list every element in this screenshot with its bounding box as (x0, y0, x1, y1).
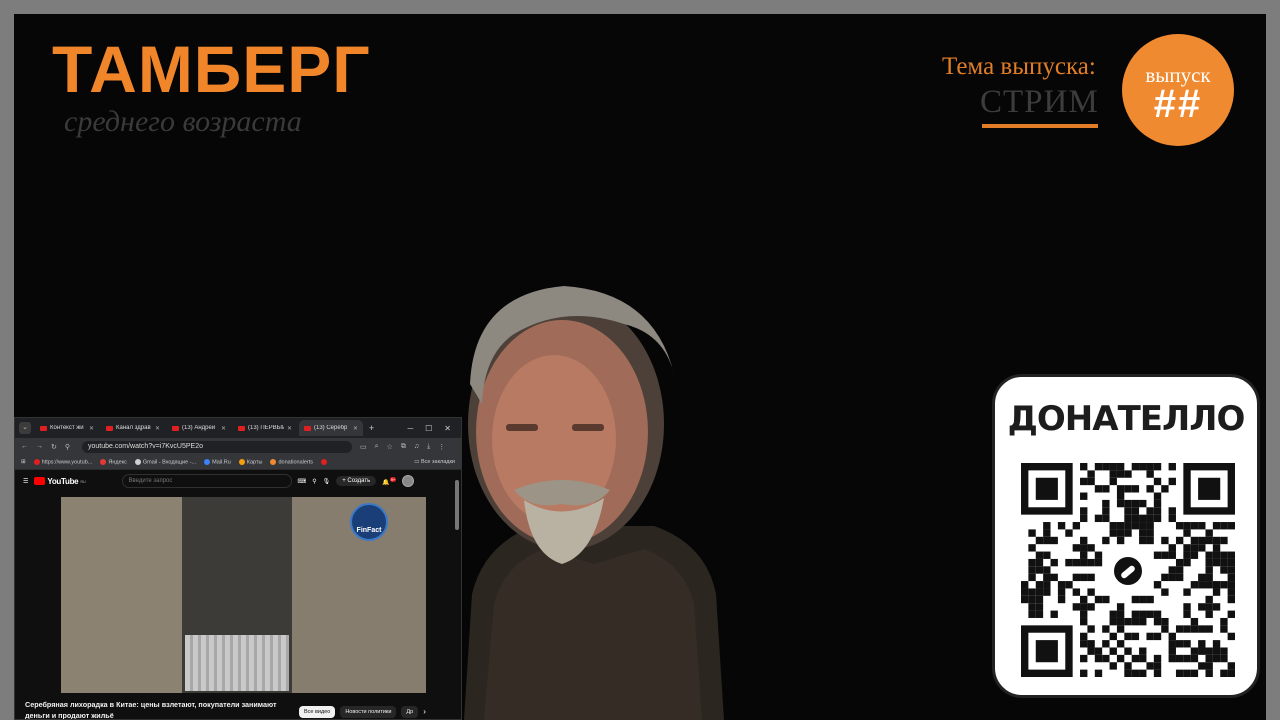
donationalerts-favicon-icon (270, 458, 277, 465)
hamburger-menu-icon[interactable]: ☰ (23, 478, 28, 485)
notifications-icon[interactable]: 🔔9+ (382, 476, 397, 486)
youtube-favicon-icon[interactable] (321, 459, 328, 465)
window-controls: ─ ☐ ✕ (407, 424, 461, 433)
gmail-favicon-icon (134, 458, 141, 465)
bookmark-gmail[interactable]: Gmail - Входящие -... (134, 458, 196, 465)
back-icon[interactable]: ← (21, 443, 28, 450)
youtube-favicon-icon (40, 425, 47, 431)
topic-value: СТРИМ (980, 84, 1099, 120)
avatar[interactable] (402, 475, 415, 487)
reload-icon[interactable]: ↻ (51, 443, 57, 451)
new-tab-icon[interactable]: + (369, 423, 374, 433)
maximize-icon[interactable]: ☐ (425, 424, 432, 433)
yandex-favicon-icon (100, 458, 107, 465)
bookmark-yandex[interactable]: Яндекс (100, 458, 127, 465)
minimize-icon[interactable]: ─ (407, 424, 413, 433)
episode-badge: выпуск ## (1122, 34, 1234, 146)
microphone-icon[interactable]: 🎙 (323, 478, 331, 485)
search-icon[interactable]: ⚲ (312, 478, 316, 485)
episode-number: ## (1153, 82, 1203, 126)
close-tab-icon[interactable]: ✕ (287, 425, 292, 432)
chevron-right-icon[interactable]: › (423, 706, 426, 718)
donation-logo-icon (1110, 553, 1146, 589)
youtube-favicon-icon (304, 425, 311, 431)
close-tab-icon[interactable]: ✕ (89, 425, 94, 432)
folder-icon: ▭ (414, 459, 421, 465)
scrollbar[interactable] (455, 480, 459, 530)
tab-1[interactable]: Контекст жи ✕ (35, 420, 99, 436)
tab-4[interactable]: (13) ПЕРВЫЙ ✕ (233, 420, 297, 436)
keyboard-icon[interactable]: ⌨ (298, 478, 307, 485)
youtube-favicon-icon (33, 458, 40, 465)
donation-title: ДОНАТЕЛЛО (1007, 399, 1246, 439)
tab-2[interactable]: Канал здрав ✕ (101, 420, 165, 436)
menu-icon[interactable]: ⋮ (438, 443, 445, 451)
zoom-icon[interactable]: ⌕ (375, 443, 379, 451)
apps-icon[interactable]: ⊞ (21, 459, 26, 465)
topic-underline (982, 124, 1098, 128)
bookmark-donationalerts[interactable]: donationalerts (270, 458, 313, 465)
create-button[interactable]: + Создать (336, 476, 377, 486)
extensions-icon[interactable]: ⧉ (401, 443, 406, 451)
youtube-header: ☰ YouTube RU Введите запрос ⌨ ⚲ 🎙 + Созда… (15, 470, 461, 492)
youtube-play-icon (34, 477, 46, 485)
channel-badge: FinFact (350, 503, 388, 541)
url-field[interactable]: youtube.com/watch?v=i7KvcU5PE2o (82, 440, 353, 453)
close-tab-icon[interactable]: ✕ (353, 425, 358, 432)
chip-other[interactable]: Др (401, 706, 419, 718)
forward-icon[interactable]: → (36, 443, 43, 450)
maps-favicon-icon (238, 458, 245, 465)
video-frame-left (61, 497, 182, 693)
bookmark-maps[interactable]: Карты (238, 458, 262, 465)
close-window-icon[interactable]: ✕ (444, 424, 451, 433)
all-bookmarks[interactable]: ▭ Все закладки (414, 459, 455, 465)
topic-label: Тема выпуска: (942, 53, 1096, 80)
video-title: Серебряная лихорадка в Китае: цены взлет… (25, 700, 277, 720)
brand-subtitle: среднего возраста (64, 105, 302, 138)
presenter-video (444, 264, 744, 720)
bookmarks-bar: ⊞ https://www.youtub... Яндекс Gmail - В… (15, 455, 461, 470)
stream-frame: ТАМБЕРГ среднего возраста Тема выпуска: … (14, 14, 1266, 720)
site-info-icon[interactable]: ⚲ (65, 443, 70, 451)
chip-all-videos[interactable]: Все видео (299, 706, 336, 718)
presenter-silhouette (464, 286, 724, 720)
address-bar: ← → ↻ ⚲ youtube.com/watch?v=i7KvcU5PE2o … (15, 438, 461, 455)
close-tab-icon[interactable]: ✕ (155, 425, 160, 432)
cast-icon[interactable]: ▭ (360, 443, 367, 451)
bookmark-star-icon[interactable]: ☆ (387, 443, 393, 451)
chip-politics-news[interactable]: Новости политики (340, 706, 397, 718)
tab-bar: ⌄ Контекст жи ✕ Канал здрав ✕ (13) Андрей ✕… (15, 418, 461, 438)
youtube-logo[interactable]: YouTube RU (34, 477, 86, 486)
browser-window: ⌄ Контекст жи ✕ Канал здрав ✕ (13) Андрей ✕… (14, 417, 462, 720)
youtube-search-input[interactable]: Введите запрос (121, 474, 292, 488)
youtube-favicon-icon (172, 425, 179, 431)
tab-search-icon[interactable]: ⌄ (19, 422, 31, 434)
media-icon[interactable]: ♫ (414, 443, 419, 450)
bookmark-mailru[interactable]: Mail.Ru (204, 458, 231, 465)
brand-title: ТАМБЕРГ (52, 32, 371, 106)
youtube-favicon-icon (106, 425, 113, 431)
recommendation-chips: Все видео Новости политики Др › (299, 706, 426, 718)
tab-5-active[interactable]: (13) Серебр ✕ (299, 420, 363, 436)
close-tab-icon[interactable]: ✕ (221, 425, 226, 432)
download-icon[interactable]: ⤓ (427, 443, 430, 451)
video-player[interactable]: FinFact (61, 497, 426, 693)
tab-3[interactable]: (13) Андрей ✕ (167, 420, 231, 436)
video-silver-bars (185, 635, 289, 691)
youtube-favicon-icon (238, 425, 245, 431)
mailru-favicon-icon (204, 458, 211, 465)
bookmark-youtube[interactable]: https://www.youtub... (33, 458, 92, 465)
donation-card: ДОНАТЕЛЛО (992, 374, 1260, 698)
